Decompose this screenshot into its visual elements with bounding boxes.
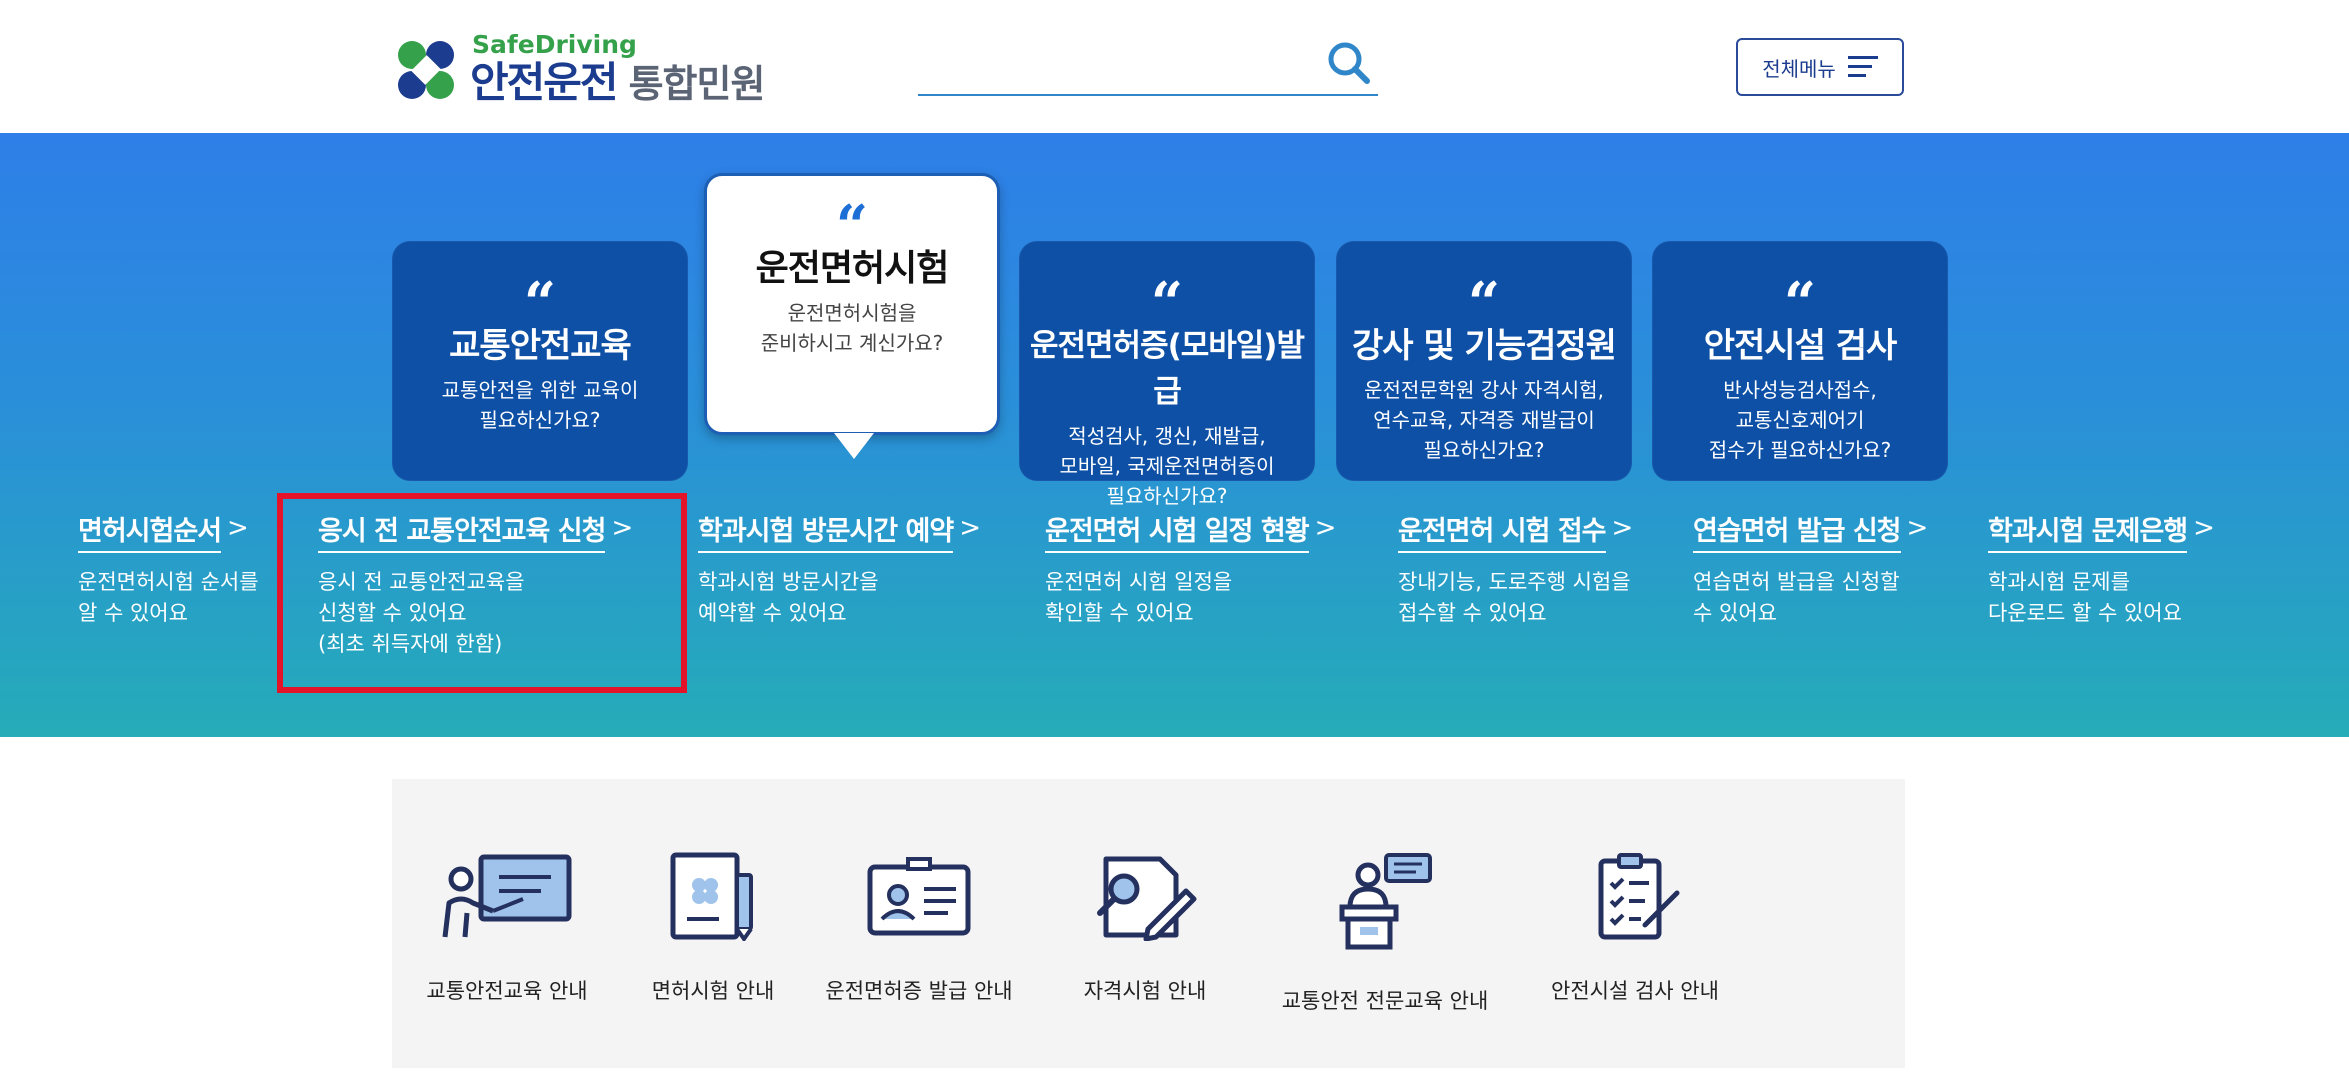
card-traffic-safety-education[interactable]: “ 교통안전교육 교통안전을 위한 교육이 필요하신가요? [392, 241, 688, 481]
card-description: 교통안전을 위한 교육이 필요하신가요? [441, 378, 639, 432]
link-description: 운전면허 시험 일정을 확인할 수 있어요 [1045, 570, 1233, 625]
link-description: 학과시험 방문시간을 예약할 수 있어요 [698, 570, 879, 625]
card-title: 교통안전교육 [449, 326, 632, 366]
site-logo[interactable]: SafeDriving 안전운전 통합민원 [390, 29, 766, 108]
service-professional-education-guide[interactable]: 교통안전 전문교육 안내 [1270, 851, 1500, 1015]
certificate-search-icon [1097, 856, 1197, 941]
checklist-clipboard-icon [1598, 853, 1680, 940]
full-menu-button[interactable]: 전체메뉴 [1736, 38, 1904, 96]
link-description: 장내기능, 도로주행 시험을 접수할 수 있어요 [1398, 570, 1631, 625]
service-label: 운전면허증 발급 안내 [825, 979, 1013, 1003]
hamburger-icon [1847, 56, 1878, 77]
link-test-registration[interactable]: 운전면허 시험 접수 > 장내기능, 도로주행 시험을 접수할 수 있어요 [1398, 513, 1633, 629]
service-qualification-test-guide[interactable]: 자격시험 안내 [1030, 851, 1260, 1005]
logo-subtitle: SafeDriving [472, 29, 637, 59]
link-learner-license-apply[interactable]: 연습면허 발급 신청 > 연습면허 발급을 신청할 수 있어요 [1693, 513, 1928, 629]
service-guide-panel: 교통안전교육 안내 면허시험 안내 운전면허증 발급 안내 자격시험 안내 교통… [392, 779, 1905, 1068]
clover-logo-icon [398, 41, 454, 99]
quote-icon: “ [1783, 270, 1817, 336]
presentation-icon [442, 854, 572, 938]
full-menu-label: 전체메뉴 [1762, 56, 1836, 81]
chevron-right-icon: > [959, 513, 981, 543]
card-title: 안전시설 검사 [1703, 326, 1898, 366]
link-description: 연습면허 발급을 신청할 수 있어요 [1693, 570, 1900, 625]
service-license-test-guide[interactable]: 면허시험 안내 [598, 851, 828, 1005]
quote-icon: “ [523, 270, 557, 336]
chevron-right-icon: > [2193, 513, 2215, 543]
link-description: 운전면허시험 순서를 알 수 있어요 [78, 570, 259, 625]
service-license-issuance-guide[interactable]: 운전면허증 발급 안내 [804, 851, 1034, 1005]
id-card-icon [867, 857, 971, 936]
link-test-schedule[interactable]: 운전면허 시험 일정 현황 > 운전면허 시험 일정을 확인할 수 있어요 [1045, 513, 1336, 629]
active-card-pointer [834, 433, 874, 459]
search-icon[interactable] [1326, 40, 1372, 86]
card-license-issuance[interactable]: “ 운전면허증(모바일)발급 적성검사, 갱신, 재발급, 모바일, 국제운전면… [1019, 241, 1315, 508]
link-title: 면허시험순서 [78, 513, 222, 553]
card-instructor-examiner[interactable]: “ 강사 및 기능검정원 운전전문학원 강사 자격시험, 연수교육, 자격증 재… [1336, 241, 1632, 481]
service-label: 안전시설 검사 안내 [1551, 979, 1719, 1003]
link-written-test-reservation[interactable]: 학과시험 방문시간 예약 > 학과시험 방문시간을 예약할 수 있어요 [698, 513, 981, 629]
service-label: 교통안전 전문교육 안내 [1281, 989, 1489, 1013]
service-label: 교통안전교육 안내 [426, 979, 588, 1003]
link-title: 학과시험 문제은행 [1988, 513, 2188, 553]
search-input[interactable] [918, 36, 1378, 96]
card-description: 운전면허시험을 준비하시고 계신가요? [760, 301, 944, 355]
lecture-podium-icon [1339, 853, 1432, 950]
chevron-right-icon: > [1314, 513, 1337, 543]
service-label: 자격시험 안내 [1083, 979, 1207, 1003]
chevron-right-icon: > [227, 513, 249, 543]
chevron-right-icon: > [1906, 513, 1929, 543]
site-header: SafeDriving 안전운전 통합민원 전체메뉴 [0, 0, 2349, 133]
service-safety-facility-guide[interactable]: 안전시설 검사 안내 [1520, 851, 1750, 1005]
highlight-box [277, 493, 687, 693]
link-title: 학과시험 방문시간 예약 [698, 513, 954, 553]
card-description: 반사성능검사접수, 교통신호제어기 접수가 필요하신가요? [1708, 378, 1892, 462]
chevron-right-icon: > [1611, 513, 1634, 543]
link-question-bank[interactable]: 학과시험 문제은행 > 학과시험 문제를 다운로드 할 수 있어요 [1988, 513, 2215, 629]
link-test-order[interactable]: 면허시험순서 > 운전면허시험 순서를 알 수 있어요 [78, 513, 259, 629]
card-description: 운전전문학원 강사 자격시험, 연수교육, 자격증 재발급이 필요하신가요? [1364, 378, 1604, 462]
link-title: 운전면허 시험 일정 현황 [1045, 513, 1310, 553]
quote-icon: “ [1467, 270, 1501, 336]
service-traffic-education-guide[interactable]: 교통안전교육 안내 [392, 851, 622, 1005]
card-description: 적성검사, 갱신, 재발급, 모바일, 국제운전면허증이 필요하신가요? [1059, 424, 1275, 508]
card-driving-license-test[interactable]: “ 운전면허시험 운전면허시험을 준비하시고 계신가요? [704, 173, 1000, 435]
license-document-icon [670, 852, 753, 941]
link-title: 연습면허 발급 신청 [1693, 513, 1902, 553]
quote-icon: “ [1150, 270, 1184, 336]
link-description: 학과시험 문제를 다운로드 할 수 있어요 [1988, 570, 2182, 625]
logo-title: 안전운전 [470, 57, 619, 107]
logo-suffix: 통합민원 [628, 61, 766, 106]
link-title: 운전면허 시험 접수 [1398, 513, 1607, 553]
card-title: 운전면허증(모바일)발급 [1029, 328, 1305, 410]
card-title: 강사 및 기능검정원 [1352, 326, 1617, 366]
service-label: 면허시험 안내 [651, 979, 775, 1003]
card-safety-facility-inspection[interactable]: “ 안전시설 검사 반사성능검사접수, 교통신호제어기 접수가 필요하신가요? [1652, 241, 1948, 481]
quote-icon: “ [835, 193, 869, 259]
card-title: 운전면허시험 [755, 248, 950, 289]
